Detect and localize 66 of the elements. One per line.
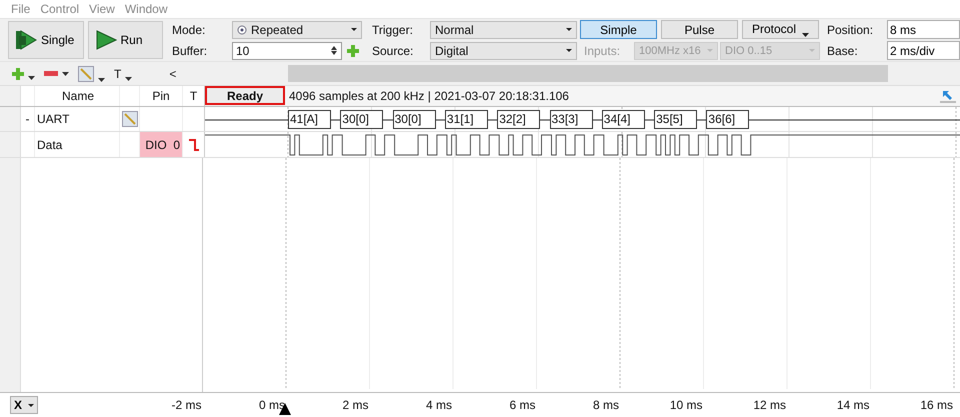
- menu-item[interactable]: File: [11, 2, 30, 16]
- mode-dropdown[interactable]: Repeated: [232, 20, 362, 39]
- step-icon: [15, 29, 37, 52]
- radio-icon: [237, 24, 247, 35]
- trigger-type-button[interactable]: Simple: [580, 20, 657, 40]
- single-button[interactable]: Single: [8, 21, 84, 60]
- caret-icon[interactable]: [125, 76, 132, 81]
- decoded-frame[interactable]: 30[0]: [392, 110, 436, 129]
- decoded-frame[interactable]: 34[4]: [602, 110, 645, 129]
- decoded-frame[interactable]: 32[2]: [497, 110, 540, 129]
- caret-icon[interactable]: [28, 76, 35, 80]
- caret-icon[interactable]: [98, 78, 105, 82]
- collapse-button[interactable]: <: [169, 66, 280, 81]
- trigger-dropdown[interactable]: Normal: [430, 20, 577, 39]
- source-dropdown[interactable]: Digital: [430, 42, 577, 60]
- caret-icon[interactable]: [62, 72, 69, 76]
- trigger-label: Trigger:: [372, 22, 414, 37]
- axis-tick-label: 6 ms: [508, 398, 536, 412]
- inputs-label: Inputs:: [583, 44, 622, 58]
- decoded-frame[interactable]: 41[A]: [288, 110, 331, 129]
- menu-item[interactable]: View: [89, 2, 115, 16]
- position-label: Position:: [827, 22, 874, 37]
- buffer-label: Buffer:: [172, 44, 208, 58]
- axis-tick-label: -2 ms: [170, 398, 202, 412]
- decoded-frame[interactable]: 35[5]: [654, 110, 698, 129]
- status-label: Ready: [205, 86, 285, 106]
- cursor-icon[interactable]: [940, 88, 956, 103]
- axis-tick-label: 12 ms: [752, 398, 786, 412]
- decoded-frame[interactable]: 31[1]: [444, 110, 488, 129]
- falling-edge-icon[interactable]: [188, 138, 198, 152]
- menu-item[interactable]: Window: [124, 2, 168, 16]
- pin-label: DIO 0: [145, 138, 180, 152]
- signal-name: Data: [37, 138, 62, 152]
- play-icon: [94, 29, 116, 52]
- pencil-icon[interactable]: [122, 111, 138, 128]
- axis-tick-label: 10 ms: [668, 398, 702, 412]
- axis-tick-label: 4 ms: [424, 398, 452, 412]
- position-field[interactable]: 8 ms: [887, 20, 960, 40]
- signal-name: UART: [37, 112, 70, 126]
- text-tool[interactable]: T: [114, 66, 122, 81]
- column-header: Name: [35, 86, 120, 106]
- capture-info: 4096 samples at 200 kHz | 2021-03-07 20:18:31.106: [289, 88, 569, 103]
- column-header: T: [183, 86, 205, 106]
- axis-dropdown[interactable]: X: [10, 396, 38, 414]
- run-button[interactable]: Run: [88, 21, 163, 60]
- decoded-frame[interactable]: 33[3]: [550, 110, 592, 129]
- trigger-type-button[interactable]: Protocol: [742, 20, 819, 40]
- source-label: Source:: [372, 44, 414, 58]
- menu-item[interactable]: Control: [40, 2, 80, 16]
- decoded-frame[interactable]: 36[6]: [706, 110, 750, 129]
- axis-tick-label: 16 ms: [919, 398, 953, 412]
- axis-tick-label: 14 ms: [836, 398, 870, 412]
- decoded-frame[interactable]: 30[0]: [340, 110, 384, 129]
- axis-tick-label: 8 ms: [592, 398, 619, 412]
- scrollbar[interactable]: [288, 65, 888, 82]
- collapse-toggle[interactable]: -: [26, 112, 30, 126]
- caret-icon[interactable]: [802, 33, 810, 38]
- trigger-type-button[interactable]: Pulse: [661, 20, 738, 40]
- spin-arrows-icon: [330, 45, 338, 56]
- base-label: Base:: [827, 44, 859, 58]
- remove-icon[interactable]: [44, 71, 58, 76]
- column-header: Pin: [140, 86, 183, 106]
- mode-label: Mode:: [172, 22, 206, 37]
- axis-tick-label: 2 ms: [341, 398, 368, 412]
- buffer-spinbox[interactable]: 10: [232, 42, 342, 60]
- base-field[interactable]: 2 ms/div: [887, 41, 960, 60]
